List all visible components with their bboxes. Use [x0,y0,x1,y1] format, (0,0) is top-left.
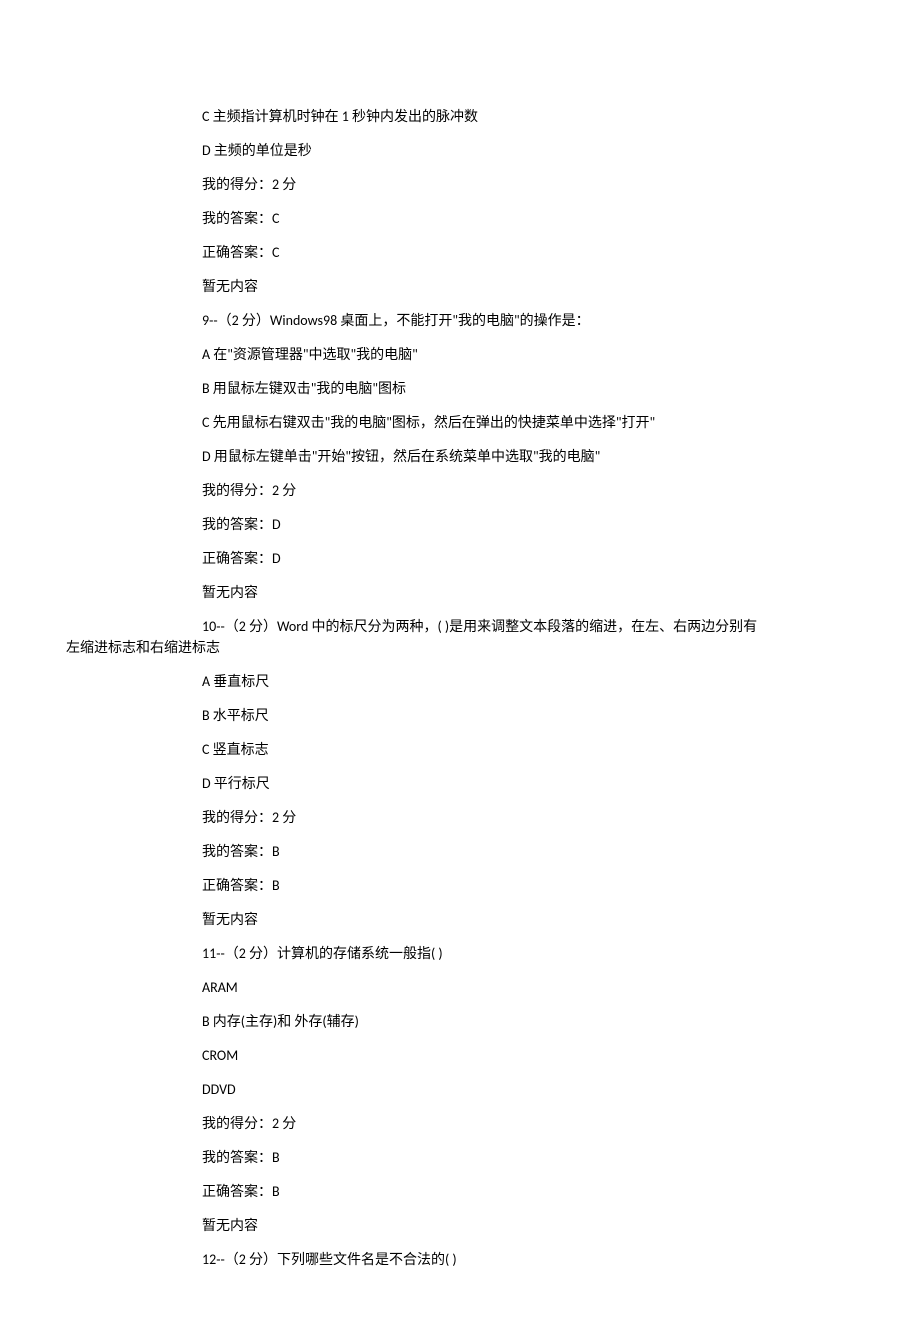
text-line: 暂无内容 [0,1215,920,1236]
text-line: D 平行标尺 [0,773,920,794]
text-line: 我的答案：D [0,514,920,535]
text-line: CROM [0,1045,920,1066]
text-line: D 主频的单位是秒 [0,140,920,161]
text-line: 10--（2 分）Word 中的标尺分为两种，( )是用来调整文本段落的缩进，在… [0,616,920,637]
text-line: 暂无内容 [0,582,920,603]
text-line: 我的得分：2 分 [0,1113,920,1134]
text-line: B 用鼠标左键双击"我的电脑"图标 [0,378,920,399]
text-line: 正确答案：B [0,875,920,896]
text-line: ARAM [0,977,920,998]
text-line: A 在"资源管理器"中选取"我的电脑" [0,344,920,365]
text-line: DDVD [0,1079,920,1100]
text-line: 12--（2 分）下列哪些文件名是不合法的( ) [0,1249,920,1270]
text-line: C 主频指计算机时钟在 1 秒钟内发出的脉冲数 [0,106,920,127]
text-line: C 先用鼠标右键双击"我的电脑"图标，然后在弹出的快捷菜单中选择"打开" [0,412,920,433]
text-line: 暂无内容 [0,276,920,297]
text-line: A 垂直标尺 [0,671,920,692]
text-line: C 竖直标志 [0,739,920,760]
text-line: B 内存(主存)和 外存(辅存) [0,1011,920,1032]
document-body: C 主频指计算机时钟在 1 秒钟内发出的脉冲数 D 主频的单位是秒我的得分：2 分… [0,106,920,1270]
text-line: 我的得分：2 分 [0,480,920,501]
text-line: 我的答案：B [0,841,920,862]
text-line: 我的得分：2 分 [0,174,920,195]
text-line: 我的答案：C [0,208,920,229]
text-line: 11--（2 分）计算机的存储系统一般指( ) [0,943,920,964]
text-line: 正确答案：B [0,1181,920,1202]
text-line: B 水平标尺 [0,705,920,726]
text-line: 我的答案：B [0,1147,920,1168]
text-line: 正确答案：D [0,548,920,569]
text-line: 我的得分：2 分 [0,807,920,828]
text-line: 正确答案：C [0,242,920,263]
text-line: 暂无内容 [0,909,920,930]
text-line: D 用鼠标左键单击"开始"按钮，然后在系统菜单中选取"我的电脑" [0,446,920,467]
text-line: 左缩进标志和右缩进标志 [0,637,920,658]
text-line: 9--（2 分）Windows98 桌面上，不能打开"我的电脑"的操作是： [0,310,920,331]
